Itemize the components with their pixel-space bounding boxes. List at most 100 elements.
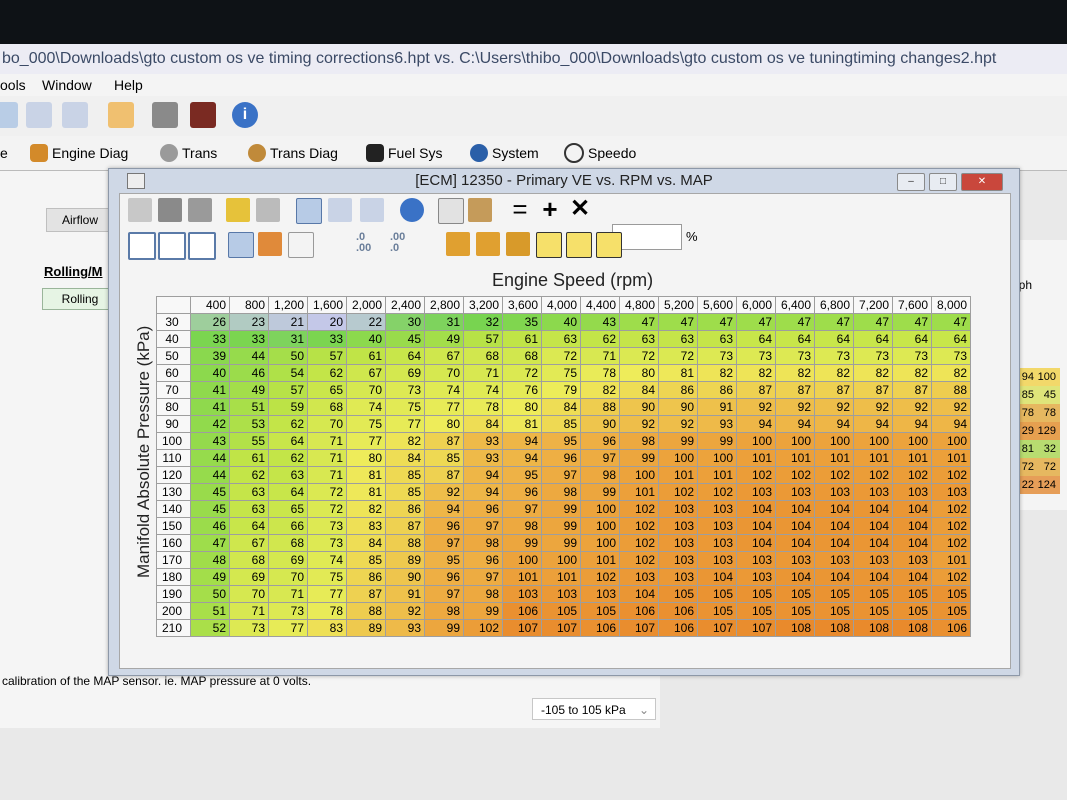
ve-cell[interactable]: 97 xyxy=(502,500,542,518)
ve-cell[interactable]: 102 xyxy=(736,466,776,484)
ve-cell[interactable]: 102 xyxy=(814,466,854,484)
rpm-header[interactable]: 4,400 xyxy=(580,296,620,314)
kpa-header[interactable]: 130 xyxy=(156,483,191,501)
ve-cell[interactable]: 98 xyxy=(541,483,581,501)
ve-cell[interactable]: 103 xyxy=(892,483,932,501)
ve-cell[interactable]: 92 xyxy=(658,415,698,433)
ve-cell[interactable]: 101 xyxy=(736,449,776,467)
ve-cell[interactable]: 55 xyxy=(229,432,269,450)
ve-cell[interactable]: 73 xyxy=(736,347,776,365)
ve-cell[interactable]: 96 xyxy=(580,432,620,450)
ve-cell[interactable]: 92 xyxy=(892,398,932,416)
ve-cell[interactable]: 100 xyxy=(502,551,542,569)
ve-cell[interactable]: 103 xyxy=(892,551,932,569)
ve-cell[interactable]: 93 xyxy=(463,449,503,467)
ve-cell[interactable]: 68 xyxy=(307,398,347,416)
ve-cell[interactable]: 103 xyxy=(697,500,737,518)
ve-cell[interactable]: 35 xyxy=(502,313,542,331)
ve-cell[interactable]: 59 xyxy=(268,398,308,416)
ve-cell[interactable]: 31 xyxy=(424,313,464,331)
ve-cell[interactable]: 96 xyxy=(463,551,503,569)
ve-cell[interactable]: 92 xyxy=(814,398,854,416)
undo-icon[interactable] xyxy=(400,198,424,222)
ve-cell[interactable]: 87 xyxy=(424,432,464,450)
ve-cell[interactable]: 92 xyxy=(619,415,659,433)
ve-cell[interactable]: 75 xyxy=(385,398,425,416)
equals-icon[interactable]: = xyxy=(508,196,532,222)
ve-cell[interactable]: 33 xyxy=(190,330,230,348)
kpa-header[interactable]: 70 xyxy=(156,381,191,399)
ve-cell[interactable]: 96 xyxy=(541,449,581,467)
tab-speedo[interactable]: Speedo xyxy=(564,142,636,164)
ve-cell[interactable]: 84 xyxy=(385,449,425,467)
kpa-header[interactable]: 60 xyxy=(156,364,191,382)
ve-cell[interactable]: 104 xyxy=(814,568,854,586)
ve-cell[interactable]: 41 xyxy=(190,381,230,399)
ve-cell[interactable]: 69 xyxy=(268,551,308,569)
ve-cell[interactable]: 84 xyxy=(463,415,503,433)
ve-cell[interactable]: 64 xyxy=(268,432,308,450)
window-menu-icon[interactable] xyxy=(127,173,145,189)
ve-cell[interactable]: 103 xyxy=(541,585,581,603)
ve-cell[interactable]: 95 xyxy=(541,432,581,450)
ve-cell[interactable]: 70 xyxy=(268,568,308,586)
ve-cell[interactable]: 45 xyxy=(385,330,425,348)
ve-cell[interactable]: 99 xyxy=(580,483,620,501)
ve-cell[interactable]: 43 xyxy=(580,313,620,331)
ve-cell[interactable]: 75 xyxy=(307,568,347,586)
ve-cell[interactable]: 74 xyxy=(307,551,347,569)
tab-fuel-sys[interactable]: Fuel Sys xyxy=(366,142,442,164)
decrease-decimals-icon[interactable]: .0.00 xyxy=(356,232,371,254)
smooth-icon[interactable] xyxy=(476,232,500,256)
close-button[interactable]: ✕ xyxy=(961,173,1003,191)
ve-cell[interactable]: 85 xyxy=(385,466,425,484)
rpm-header[interactable]: 1,600 xyxy=(307,296,347,314)
ve-cell[interactable]: 49 xyxy=(229,381,269,399)
ve-cell[interactable]: 57 xyxy=(463,330,503,348)
ve-cell[interactable]: 104 xyxy=(697,568,737,586)
increase-decimals-icon[interactable]: .00.0 xyxy=(390,232,405,254)
rpm-header[interactable]: 5,600 xyxy=(697,296,737,314)
ve-cell[interactable]: 105 xyxy=(814,602,854,620)
ve-cell[interactable]: 75 xyxy=(346,415,386,433)
ve-cell[interactable]: 81 xyxy=(658,364,698,382)
ve-cell[interactable]: 47 xyxy=(190,534,230,552)
fill-icon[interactable] xyxy=(506,232,530,256)
rpm-header[interactable]: 6,800 xyxy=(814,296,854,314)
ve-cell[interactable]: 87 xyxy=(853,381,893,399)
ve-cell[interactable]: 103 xyxy=(658,551,698,569)
ve-cell[interactable]: 52 xyxy=(190,619,230,637)
ve-cell[interactable]: 73 xyxy=(775,347,815,365)
ve-cell[interactable]: 40 xyxy=(541,313,581,331)
ve-cell[interactable]: 71 xyxy=(307,466,347,484)
ve-cell[interactable]: 100 xyxy=(814,432,854,450)
ve-cell[interactable]: 44 xyxy=(190,449,230,467)
ve-table[interactable]: 400 800 1,200 1,600 2,000 2,400 2,800 3,200 3,60… xyxy=(156,296,971,637)
rpm-header[interactable]: 7,600 xyxy=(892,296,932,314)
rpm-header[interactable]: 2,800 xyxy=(424,296,464,314)
save-icon[interactable] xyxy=(158,198,182,222)
ve-cell[interactable]: 33 xyxy=(307,330,347,348)
copy-icon[interactable] xyxy=(438,198,464,224)
ve-cell[interactable]: 83 xyxy=(307,619,347,637)
ve-cell[interactable]: 23 xyxy=(229,313,269,331)
table-icon[interactable] xyxy=(0,102,18,128)
select-column-icon[interactable] xyxy=(566,232,592,258)
favorite-add-icon[interactable] xyxy=(226,198,250,222)
ve-cell[interactable]: 82 xyxy=(346,500,386,518)
ve-cell[interactable]: 103 xyxy=(658,534,698,552)
ve-cell[interactable]: 86 xyxy=(385,500,425,518)
ve-cell[interactable]: 106 xyxy=(658,602,698,620)
ve-cell[interactable]: 65 xyxy=(307,381,347,399)
ve-cell[interactable]: 85 xyxy=(541,415,581,433)
ve-cell[interactable]: 100 xyxy=(541,551,581,569)
ve-cell[interactable]: 62 xyxy=(229,466,269,484)
ve-cell[interactable]: 84 xyxy=(619,381,659,399)
ve-cell[interactable]: 77 xyxy=(424,398,464,416)
ve-cell[interactable]: 77 xyxy=(385,415,425,433)
ve-cell[interactable]: 78 xyxy=(580,364,620,382)
ve-cell[interactable]: 100 xyxy=(736,432,776,450)
ve-cell[interactable]: 49 xyxy=(190,568,230,586)
ve-cell[interactable]: 105 xyxy=(697,585,737,603)
ve-cell[interactable]: 61 xyxy=(346,347,386,365)
